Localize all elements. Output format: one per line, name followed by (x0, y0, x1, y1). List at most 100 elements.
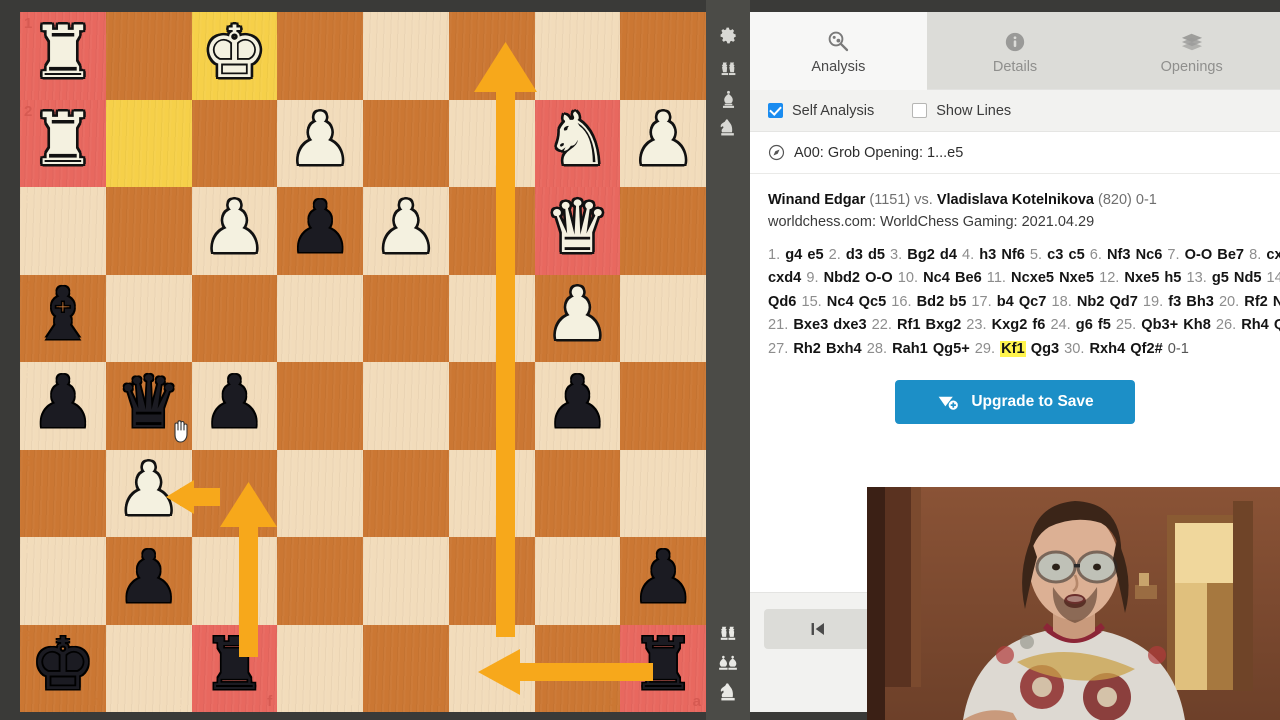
move-black[interactable]: b5 (949, 294, 966, 310)
board-square[interactable]: 1 ♜ (20, 12, 106, 100)
board-square[interactable]: b (534, 624, 621, 712)
board-square[interactable]: 3 (20, 187, 106, 275)
move-white[interactable]: Nxe5 (1124, 270, 1159, 286)
white-rook[interactable]: ♜ (20, 12, 106, 100)
move-black[interactable]: f5 (1098, 317, 1111, 333)
move-white[interactable]: Nbd2 (824, 270, 860, 286)
move-list[interactable]: 1. g4 e5 2. d3 d5 3. Bg2 d4 4. h3 Nf6 5.… (750, 234, 1280, 362)
white-queen[interactable]: ♛ (535, 187, 621, 275)
move-black[interactable]: dxe3 (833, 317, 866, 333)
move-white[interactable]: Kxg2 (992, 317, 1028, 333)
board-square[interactable]: e (277, 624, 363, 712)
board-square[interactable]: a ♜ (620, 624, 706, 713)
board-square[interactable] (191, 99, 278, 187)
board-square[interactable]: ♟ (277, 187, 363, 275)
board-square[interactable] (534, 537, 621, 625)
black-rook[interactable]: ♜ (192, 625, 278, 713)
move-white[interactable]: c3 (1047, 247, 1063, 263)
board-square[interactable] (448, 12, 535, 100)
white-rook[interactable]: ♜ (20, 100, 106, 188)
white-pawn[interactable]: ♟ (106, 450, 192, 538)
move-black[interactable]: Kh8 (1183, 317, 1211, 333)
board-square[interactable]: ♟ (105, 537, 192, 625)
tab-details[interactable]: Details (926, 12, 1104, 90)
move-black[interactable]: c5 (1068, 247, 1084, 263)
move-black[interactable]: Qc5 (859, 294, 887, 310)
tab-analysis[interactable]: Analysis (750, 12, 927, 90)
move-white[interactable]: Rh4 (1241, 317, 1269, 333)
board-square[interactable]: d (363, 624, 449, 712)
upgrade-to-save-button[interactable]: Upgrade to Save (895, 379, 1135, 424)
board-square[interactable] (534, 12, 621, 100)
white-pawn[interactable]: ♟ (535, 275, 621, 363)
black-rook[interactable]: ♜ (620, 625, 706, 713)
move-black[interactable]: Qf2# (1130, 341, 1162, 357)
board-square[interactable] (105, 187, 192, 275)
move-black[interactable]: Nxe5 (1059, 270, 1094, 286)
board-square[interactable] (191, 274, 278, 362)
board-square[interactable] (277, 449, 363, 537)
move-white[interactable]: Nb2 (1077, 294, 1105, 310)
black-pawn[interactable]: ♟ (106, 537, 192, 625)
black-queen[interactable]: ♛ (106, 362, 192, 450)
move-black[interactable]: O-O (865, 270, 893, 286)
black-pawn[interactable]: ♟ (277, 187, 363, 275)
board-square[interactable] (620, 12, 706, 100)
board-square[interactable] (277, 12, 363, 100)
self-analysis-checkbox[interactable]: Self Analysis (768, 103, 874, 119)
move-black[interactable]: Qd8 (1274, 317, 1280, 333)
tab-openings[interactable]: Openings (1103, 12, 1280, 90)
move-black[interactable]: Bh3 (1186, 294, 1214, 310)
move-black[interactable]: Be7 (1217, 247, 1244, 263)
players-icon[interactable] (706, 618, 750, 648)
move-white[interactable]: g5 (1212, 270, 1229, 286)
show-lines-checkbox[interactable]: Show Lines (912, 103, 1011, 119)
move-black[interactable]: Qg5+ (933, 341, 970, 357)
white-pawn[interactable]: ♟ (363, 187, 449, 275)
move-black[interactable]: Qc7 (1019, 294, 1047, 310)
move-white[interactable]: f3 (1168, 294, 1181, 310)
board-square[interactable] (620, 274, 706, 362)
players-icon[interactable] (706, 54, 750, 84)
board-square[interactable] (363, 274, 449, 362)
move-white[interactable]: Qd6 (768, 294, 796, 310)
board-square[interactable]: ♛ (105, 362, 192, 450)
move-black[interactable]: Nc6 (1136, 247, 1163, 263)
move-white[interactable]: Nf3 (1107, 247, 1131, 263)
white-king[interactable]: ♚ (192, 12, 278, 100)
board-square[interactable] (448, 449, 535, 537)
black-pawn[interactable]: ♟ (535, 362, 621, 450)
board-square[interactable] (277, 274, 363, 362)
move-black[interactable]: h5 (1164, 270, 1181, 286)
board-square[interactable]: 7 (20, 537, 106, 625)
move-white[interactable]: g6 (1076, 317, 1093, 333)
board-square[interactable]: 2 ♜ (20, 99, 106, 188)
chess-board[interactable]: 1 ♜ ♚ 2 ♜ ♟ ♞ ♟ 3 ♟ ♟ ♟ ♛ 4 ♝ ♟ 5 ♟ ♛ ♟ ♟ 6 ♟ 7 ♟ ♟ 8 h ♚ g f ♜ e d c b a ♜ (20, 12, 706, 712)
move-white[interactable]: h3 (979, 247, 996, 263)
move-black[interactable]: e5 (807, 247, 823, 263)
move-black[interactable]: f6 (1032, 317, 1045, 333)
skip-to-start-button[interactable] (764, 609, 872, 649)
move-white[interactable]: Bd2 (917, 294, 945, 310)
board-square[interactable] (448, 362, 535, 450)
knight-icon[interactable] (706, 676, 750, 706)
move-white[interactable]: Kf1 (1000, 341, 1026, 358)
board-square[interactable]: 5 ♟ (20, 362, 106, 450)
board-square[interactable] (534, 449, 621, 537)
move-white[interactable]: Nc4 (827, 294, 854, 310)
board-square[interactable]: c (448, 624, 535, 712)
board-square[interactable]: ♟ (534, 362, 621, 450)
board-square[interactable] (448, 537, 535, 625)
board-square[interactable] (620, 449, 706, 537)
move-black[interactable]: d4 (940, 247, 957, 263)
board-square[interactable]: ♟ (277, 99, 363, 187)
board-square[interactable] (191, 449, 278, 537)
self-analysis-checkbox-box[interactable] (768, 103, 783, 118)
board-square[interactable] (105, 12, 192, 100)
board-square[interactable] (105, 274, 192, 362)
black-pawn[interactable]: ♟ (192, 362, 278, 450)
move-white[interactable]: g4 (785, 247, 802, 263)
board-square[interactable] (448, 274, 535, 362)
board-square[interactable] (363, 537, 449, 625)
move-white[interactable]: Rah1 (892, 341, 928, 357)
